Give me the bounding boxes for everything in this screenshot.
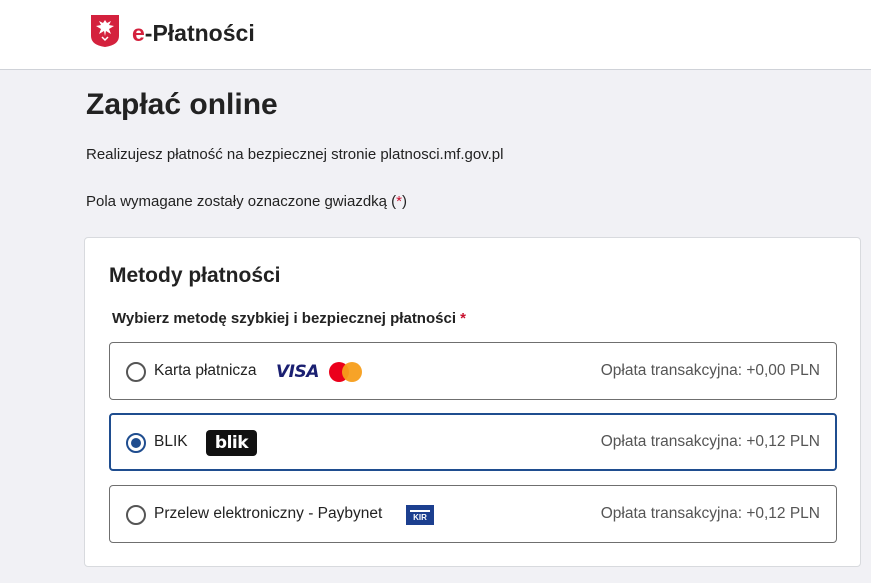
secure-info-text: Realizujesz płatność na bezpiecznej stro…: [86, 146, 504, 163]
kir-logo-icon: KIR: [406, 505, 434, 525]
card-logos: VISA: [276, 361, 362, 383]
mastercard-logo-icon: [328, 362, 362, 382]
radio-blik[interactable]: [126, 433, 146, 453]
visa-logo-icon: VISA: [276, 362, 319, 382]
payment-option-card[interactable]: Karta płatnicza VISA Opłata transakcyjna…: [109, 342, 837, 400]
polish-eagle-icon: [91, 15, 119, 47]
brand-name: -Płatności: [144, 20, 255, 46]
blik-logo-icon: blik: [206, 430, 257, 456]
option-label-paybynet: Przelew elektroniczny - Paybynet: [154, 505, 383, 522]
option-label-blik: BLIK: [154, 433, 188, 450]
payment-methods-subtitle: Wybierz metodę szybkiej i bezpiecznej pł…: [112, 310, 466, 327]
subtitle-text: Wybierz metodę szybkiej i bezpiecznej pł…: [112, 310, 456, 327]
payment-option-paybynet[interactable]: Przelew elektroniczny - Paybynet KIR Opł…: [109, 485, 837, 543]
option-label-card: Karta płatnicza: [154, 362, 257, 379]
fee-paybynet: Opłata transakcyjna: +0,12 PLN: [600, 505, 820, 522]
blik-logo: blik: [206, 430, 257, 456]
page-title: Zapłać online: [86, 88, 278, 121]
brand-logo[interactable]: e-Płatności: [132, 20, 255, 47]
required-note-text: Pola wymagane zostały oznaczone gwiazdką…: [86, 193, 397, 210]
fee-card: Opłata transakcyjna: +0,00 PLN: [600, 362, 820, 379]
required-note-close: ): [402, 193, 408, 210]
payment-methods-card: Metody płatności Wybierz metodę szybkiej…: [84, 237, 861, 567]
payment-option-blik[interactable]: BLIK blik Opłata transakcyjna: +0,12 PLN: [109, 413, 837, 471]
required-star: *: [460, 310, 467, 327]
payment-methods-title: Metody płatności: [109, 264, 281, 287]
required-fields-note: Pola wymagane zostały oznaczone gwiazdką…: [86, 193, 407, 210]
kir-logo: KIR: [406, 504, 434, 526]
radio-paybynet[interactable]: [126, 505, 146, 525]
brand-prefix: e: [132, 20, 145, 46]
radio-card[interactable]: [126, 362, 146, 382]
fee-blik: Opłata transakcyjna: +0,12 PLN: [600, 433, 820, 450]
top-bar: e-Płatności: [0, 0, 871, 70]
